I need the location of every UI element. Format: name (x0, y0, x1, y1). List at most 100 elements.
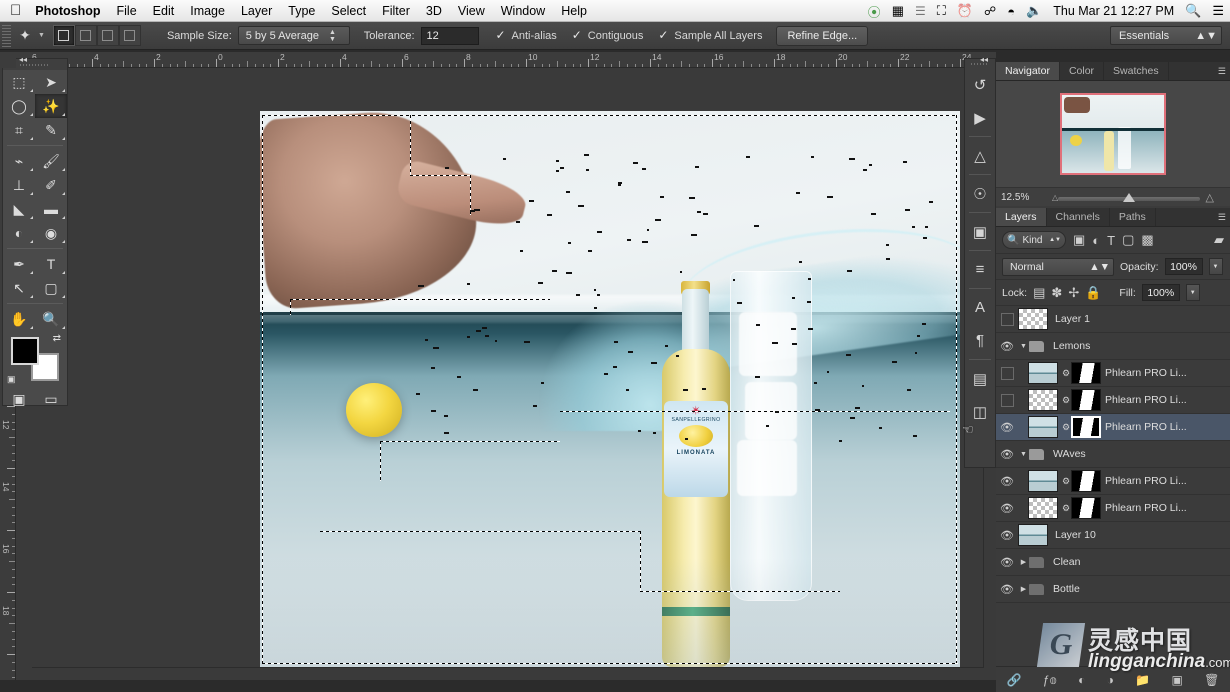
actions-icon[interactable]: ▶ (965, 101, 995, 134)
layer-row[interactable]: 👁 Layer 10 (996, 522, 1230, 549)
layer-row[interactable]: 👁 ⚙ Phlearn PRO Li... (996, 495, 1230, 522)
volume-icon[interactable]: 🔈 (1026, 3, 1042, 19)
marquee-tool[interactable]: ⬚ (3, 70, 35, 94)
mask-link-icon[interactable]: ⚙ (1061, 503, 1071, 514)
opacity-value[interactable]: 100% (1165, 258, 1203, 275)
tab-layers[interactable]: Layers (996, 208, 1047, 226)
menu-window[interactable]: Window (501, 4, 545, 18)
layer-thumbnail[interactable] (1028, 470, 1058, 492)
layer-group-row[interactable]: 👁 ▼ Lemons (996, 333, 1230, 360)
notification-list-icon[interactable]: ☰ (1212, 3, 1224, 19)
layer-style-icon[interactable]: ƒ𝕠 (1043, 673, 1057, 687)
image-canvas[interactable]: ✴ SANPELLEGRINO LIMONATA (260, 111, 960, 668)
visibility-eye-icon[interactable]: 👁 (996, 502, 1018, 515)
mask-link-icon[interactable]: ⚙ (1061, 422, 1071, 433)
fill-stepper[interactable]: ▼ (1186, 284, 1200, 301)
panel-menu-icon[interactable]: ☰ (1218, 212, 1226, 223)
magic-wand-tool[interactable]: ✨ (35, 94, 67, 118)
hand-tool[interactable]: ✋ (3, 307, 35, 331)
character-icon[interactable]: A (965, 291, 995, 324)
character-styles-icon[interactable]: ▤ (965, 362, 995, 395)
group-expand-arrow-open[interactable]: ▼ (1018, 343, 1029, 350)
menu-3d[interactable]: 3D (426, 4, 442, 18)
apple-icon[interactable]:  (10, 4, 21, 18)
group-expand-arrow-closed[interactable]: ▶ (1018, 558, 1029, 566)
adjustments-icon[interactable]: ☉ (965, 177, 995, 210)
zoom-in-icon[interactable]: △ (1206, 191, 1214, 204)
mask-link-icon[interactable]: ⚙ (1061, 395, 1071, 406)
eyedropper-tool[interactable]: ✎ (35, 118, 67, 142)
menu-file[interactable]: File (117, 4, 137, 18)
blur-tool[interactable]: ◐ (3, 221, 35, 245)
zoom-tool[interactable]: 🔍 (35, 307, 67, 331)
visibility-eye-icon[interactable]: 👁 (996, 475, 1018, 488)
styles-icon[interactable]: ▣ (965, 215, 995, 248)
screen-mode-icon[interactable]: ▭ (35, 387, 67, 411)
menu-image[interactable]: Image (190, 4, 225, 18)
layer-thumbnail[interactable] (1018, 524, 1048, 546)
layer-group-row[interactable]: 👁 ▼ WAves (996, 441, 1230, 468)
lock-image-pixels-icon[interactable]: ✽ (1051, 285, 1062, 301)
quick-mask-icon[interactable]: ▣ (3, 387, 35, 411)
airplay-icon[interactable]: ⛶ (937, 3, 946, 19)
horizontal-ruler[interactable]: 6 4 2 0 2 4 6 8 10 12 14 16 18 20 22 24 (0, 52, 996, 68)
layer-thumbnail[interactable] (1028, 416, 1058, 438)
menubar-clock[interactable]: Thu Mar 21 12:27 PM (1053, 4, 1174, 18)
equalizer-icon[interactable]: ☰ (915, 4, 926, 18)
dodge-tool[interactable]: ◉ (35, 221, 67, 245)
layer-row[interactable]: 👁 ⚙ Phlearn PRO Li... (996, 468, 1230, 495)
sample-all-layers-checkbox[interactable]: ✓ Sample All Layers (657, 30, 762, 42)
opacity-stepper[interactable]: ▼ (1209, 258, 1223, 275)
layer-row[interactable]: 👁 ⚙ Phlearn PRO Li... ☜ (996, 414, 1230, 441)
menu-view[interactable]: View (458, 4, 485, 18)
properties-icon[interactable]: ≡ (965, 253, 995, 286)
wifi-icon[interactable]: ◓ (1007, 4, 1015, 19)
new-selection-button[interactable] (53, 25, 75, 46)
tab-navigator[interactable]: Navigator (996, 62, 1060, 80)
contiguous-checkbox[interactable]: ✓ Contiguous (571, 30, 644, 42)
subtract-from-selection-button[interactable] (97, 25, 119, 46)
delete-layer-icon[interactable]: 🗑 (1204, 673, 1219, 687)
pen-tool[interactable]: ✒ (3, 252, 35, 276)
search-icon[interactable]: 🔍 (1185, 3, 1201, 19)
chevron-down-icon[interactable]: ▼ (38, 32, 45, 39)
layer-group-row[interactable]: 👁 ▶ Bottle (996, 576, 1230, 603)
fill-value[interactable]: 100% (1142, 284, 1180, 301)
filter-smart-object-icon[interactable]: ▩ (1141, 232, 1153, 248)
layer-group-row[interactable]: 👁 ▶ Clean (996, 549, 1230, 576)
type-tool[interactable]: T (35, 252, 67, 276)
group-expand-arrow-open[interactable]: ▼ (1018, 451, 1029, 458)
layer-row[interactable]: Layer 1 (996, 306, 1230, 333)
filter-pixel-icon[interactable]: ▣ (1073, 232, 1085, 248)
foreground-color-swatch[interactable] (11, 337, 39, 365)
panel-menu-icon[interactable]: ☰ (1218, 66, 1226, 77)
visibility-eye-icon[interactable]: 👁 (996, 340, 1018, 353)
visibility-off-icon[interactable] (996, 313, 1018, 326)
horizontal-scrollbar[interactable] (32, 667, 996, 680)
visibility-eye-icon[interactable]: 👁 (996, 556, 1018, 569)
document-area[interactable]: ✴ SANPELLEGRINO LIMONATA (16, 68, 996, 680)
mask-link-icon[interactable]: ⚙ (1061, 476, 1071, 487)
tab-channels[interactable]: Channels (1047, 208, 1110, 226)
link-layers-icon[interactable]: 🔗 (1007, 673, 1022, 687)
lasso-tool[interactable]: ◯ (3, 94, 35, 118)
navigator-preview[interactable] (996, 81, 1230, 187)
navigator-zoom-value[interactable]: 12.5% (1001, 192, 1029, 203)
grid-icon[interactable]: ▦ (892, 3, 904, 19)
swap-colors-icon[interactable]: ⇄ (53, 333, 61, 344)
adjustment-layer-icon[interactable]: ◑ (1107, 673, 1114, 687)
collapse-right-icon[interactable]: ◂◂ (975, 52, 993, 67)
layer-thumbnail[interactable] (1028, 362, 1058, 384)
paragraph-icon[interactable]: ¶ (965, 324, 995, 357)
menu-filter[interactable]: Filter (382, 4, 410, 18)
visibility-off-icon[interactable] (996, 394, 1018, 407)
healing-brush-tool[interactable]: ⌁ (3, 149, 35, 173)
visibility-eye-icon[interactable]: 👁 (996, 421, 1018, 434)
dropbox-icon[interactable]: ⦿ (868, 2, 881, 21)
tab-color[interactable]: Color (1060, 62, 1104, 80)
zoom-slider[interactable] (1058, 197, 1200, 201)
menu-type[interactable]: Type (288, 4, 315, 18)
histogram-icon[interactable]: △ (965, 139, 995, 172)
layer-thumbnail[interactable] (1028, 497, 1058, 519)
history-icon[interactable]: ↺ (965, 68, 995, 101)
